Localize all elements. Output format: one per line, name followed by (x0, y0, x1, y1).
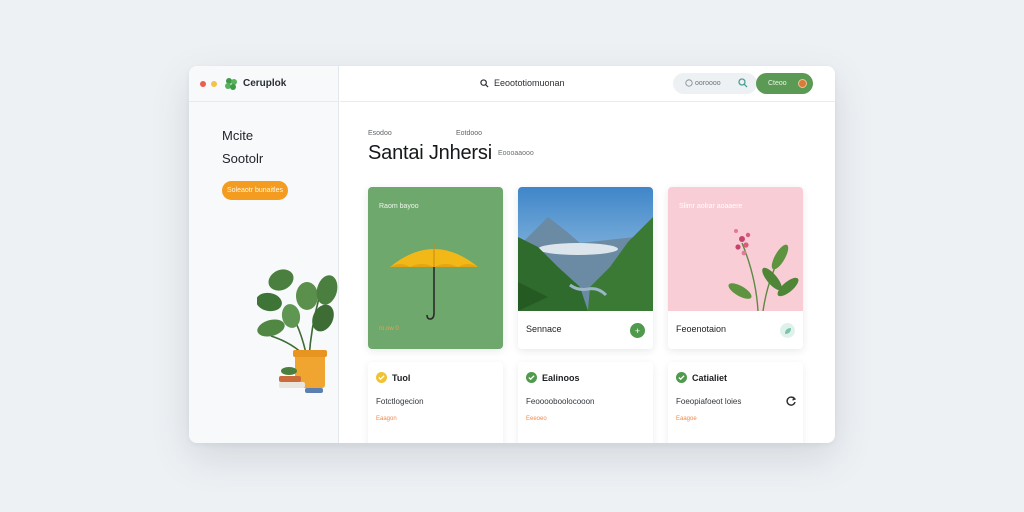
potted-plant-illustration (257, 269, 338, 393)
info-sub: Eeeoeo (526, 416, 547, 422)
card-title: Sennace (526, 324, 562, 334)
feature-card-flower[interactable]: Slimr aolrar aoaaere Feoenotaion (668, 187, 803, 349)
sidebar-header: Ceruplok (189, 66, 338, 102)
search-placeholder: ooroooo (695, 80, 721, 87)
feature-card-umbrella[interactable]: Raom bayoo ro.ow 0 (368, 187, 503, 349)
eyebrow-right: Eotdooo (456, 130, 483, 137)
search-icon (480, 78, 489, 88)
info-card-ealinoos[interactable]: Ealinoos Feooooboolocooon Eeeoeo (518, 362, 653, 443)
info-heading-text: Catialiet (692, 372, 728, 383)
info-card-catialiet[interactable]: Catialiet Foeopiafoeot loies Eaagoe (668, 362, 803, 443)
check-circle-icon (376, 372, 387, 383)
minimize-window-dot[interactable] (211, 80, 217, 87)
umbrella-icon (390, 243, 478, 320)
card-overlay-label: Slimr aolrar aoaaere (679, 203, 743, 210)
mountain-landscape-image (518, 187, 653, 311)
card-footer: Feoenotaion (668, 311, 803, 349)
check-circle-icon (526, 372, 537, 383)
page-title: Santai Jnhersi (368, 142, 492, 164)
info-sub: Eaagoe (676, 416, 697, 422)
card-footer-label: ro.ow 0 (379, 326, 399, 332)
card-footer: Sennace + (518, 311, 653, 349)
check-circle-icon (676, 372, 687, 383)
card-overlay-label: Raom bayoo (379, 203, 419, 210)
sidebar-item-mcite[interactable]: Mcite (222, 128, 253, 143)
top-bar: Eeoototiomuonan ooroooo Cteoo (340, 66, 835, 102)
plus-icon[interactable]: + (630, 323, 645, 338)
globe-icon (685, 79, 693, 87)
info-card-tuol[interactable]: Tuol Fotctlogecion Eaagon (368, 362, 503, 443)
sidebar: Ceruplok Mcite Sootolr Soleaotr bunaitle… (189, 66, 339, 443)
close-window-dot[interactable] (200, 80, 206, 87)
magnifier-icon[interactable] (738, 78, 748, 88)
sidebar-item-sootolr[interactable]: Sootolr (222, 151, 263, 166)
info-card-heading: Ealinoos (526, 372, 580, 383)
center-search-label: Eeoototiomuonan (494, 78, 565, 88)
sidebar-cta-button[interactable]: Soleaotr bunaitles (222, 181, 288, 200)
user-menu-button[interactable]: Cteoo (756, 73, 813, 94)
info-card-heading: Tuol (376, 372, 410, 383)
title-side-text: Eoooaaooo (498, 150, 534, 157)
info-line: Fotctlogecion (376, 397, 424, 406)
feature-card-mountain[interactable]: Sennace + (518, 187, 653, 349)
refresh-icon[interactable] (785, 395, 797, 407)
avatar-icon (798, 79, 807, 88)
clover-logo-icon (224, 77, 238, 91)
info-line: Feooooboolocooon (526, 397, 595, 406)
info-line: Foeopiafoeot loies (676, 397, 742, 406)
app-window: Ceruplok Mcite Sootolr Soleaotr bunaitle… (189, 66, 835, 443)
eyebrow-left: Esodoo (368, 130, 392, 137)
brand-name: Ceruplok (243, 78, 287, 89)
center-search[interactable]: Eeoototiomuonan (480, 78, 565, 88)
info-heading-text: Ealinoos (542, 372, 580, 383)
user-name: Cteoo (768, 80, 787, 87)
search-input[interactable]: ooroooo (673, 73, 757, 94)
info-heading-text: Tuol (392, 372, 411, 383)
info-card-heading: Catialiet (676, 372, 727, 383)
info-sub: Eaagon (376, 416, 397, 422)
leaf-icon[interactable] (780, 323, 795, 338)
card-title: Feoenotaion (676, 324, 727, 334)
